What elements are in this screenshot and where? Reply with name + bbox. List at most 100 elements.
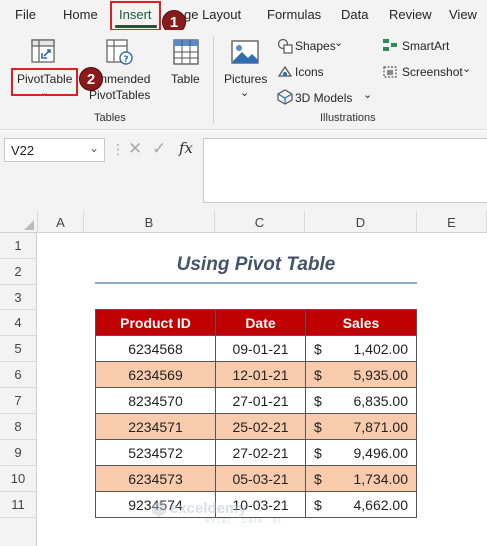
currency-symbol: $ <box>314 341 322 357</box>
pictures-dropdown-icon[interactable]: ⌄ <box>240 86 249 99</box>
icons-label[interactable]: Icons <box>295 65 324 79</box>
table-row: 8234570 27-01-21 $6,835.00 <box>95 387 417 414</box>
step-marker-2: 2 <box>79 67 103 91</box>
cell-product-id[interactable]: 6234569 <box>95 361 216 388</box>
row-header-1[interactable]: 1 <box>0 233 37 259</box>
row-header-7[interactable]: 7 <box>0 388 37 414</box>
formula-input[interactable] <box>203 138 487 203</box>
menu-review[interactable]: Review <box>389 7 432 22</box>
cell-sales[interactable]: $1,402.00 <box>305 335 417 362</box>
row-header-2[interactable]: 2 <box>0 259 37 285</box>
row-header-8[interactable]: 8 <box>0 414 37 440</box>
table-row: 6234569 12-01-21 $5,935.00 <box>95 361 417 388</box>
cell-date[interactable]: 09-01-21 <box>215 335 306 362</box>
currency-symbol: $ <box>314 419 322 435</box>
cell-date[interactable]: 27-01-21 <box>215 387 306 414</box>
cell-product-id[interactable]: 6234573 <box>95 465 216 492</box>
header-product-id[interactable]: Product ID <box>95 309 216 336</box>
cell-date[interactable]: 05-03-21 <box>215 465 306 492</box>
screenshot-label[interactable]: Screenshot <box>402 65 463 79</box>
row-header-11[interactable]: 11 <box>0 492 37 518</box>
shapes-dropdown-icon[interactable]: ⌄ <box>334 36 343 49</box>
name-box-dropdown-icon[interactable]: ⌄ <box>89 141 99 155</box>
row-header-10[interactable]: 10 <box>0 466 37 492</box>
cell-date[interactable]: 25-02-21 <box>215 413 306 440</box>
sales-amount: 6,835.00 <box>353 393 409 409</box>
smartart-label[interactable]: SmartArt <box>402 39 449 53</box>
table-label[interactable]: Table <box>171 72 200 86</box>
sheet-title: Using Pivot Table <box>176 254 336 275</box>
cell-sales[interactable]: $7,871.00 <box>305 413 417 440</box>
currency-symbol: $ <box>314 393 322 409</box>
column-header-c[interactable]: C <box>215 211 305 233</box>
3d-models-dropdown-icon[interactable]: ⌄ <box>363 88 372 101</box>
icons-icon[interactable] <box>277 64 293 80</box>
sales-amount: 1,734.00 <box>353 471 409 487</box>
cell-product-id[interactable]: 2234571 <box>95 413 216 440</box>
row-header-3[interactable]: 3 <box>0 285 37 310</box>
table-row: 6234573 05-03-21 $1,734.00 <box>95 465 417 492</box>
recommended-line2[interactable]: PivotTables <box>89 88 150 102</box>
column-header-a[interactable]: A <box>38 211 84 233</box>
enter-icon[interactable]: ✓ <box>152 139 166 159</box>
3d-models-label[interactable]: 3D Models <box>295 91 352 105</box>
column-header-d[interactable]: D <box>305 211 417 233</box>
sales-amount: 4,662.00 <box>353 497 409 513</box>
cell-sales[interactable]: $4,662.00 <box>305 491 417 518</box>
menu-home[interactable]: Home <box>63 7 98 22</box>
cell-product-id[interactable]: 8234570 <box>95 387 216 414</box>
3d-models-icon[interactable] <box>277 89 293 105</box>
name-box[interactable]: V22 ⌄ <box>4 138 105 162</box>
select-all-corner[interactable] <box>0 211 38 233</box>
row-header-12[interactable] <box>0 518 37 546</box>
cell-date[interactable]: 27-02-21 <box>215 439 306 466</box>
table-row: 2234571 25-02-21 $7,871.00 <box>95 413 417 440</box>
cell-sales[interactable]: $1,734.00 <box>305 465 417 492</box>
shapes-label[interactable]: Shapes <box>295 39 336 53</box>
row-header-5[interactable]: 5 <box>0 336 37 362</box>
shapes-icon[interactable] <box>277 38 293 54</box>
menu-file[interactable]: File <box>15 7 36 22</box>
table-header-row: Product ID Date Sales <box>95 309 417 336</box>
pictures-icon[interactable] <box>230 39 260 65</box>
table-row: 6234568 09-01-21 $1,402.00 <box>95 335 417 362</box>
cancel-icon[interactable]: ✕ <box>128 139 142 159</box>
menu-view[interactable]: View <box>449 7 477 22</box>
cell-sales[interactable]: $9,496.00 <box>305 439 417 466</box>
column-header-b[interactable]: B <box>84 211 215 233</box>
name-box-value: V22 <box>11 143 35 158</box>
menu-page-layout[interactable]: ge Layout <box>184 7 241 22</box>
table-row: 5234572 27-02-21 $9,496.00 <box>95 439 417 466</box>
insert-function-icon[interactable]: fx <box>179 139 193 157</box>
watermark-text: exceldemy <box>170 500 247 517</box>
header-sales[interactable]: Sales <box>305 309 417 336</box>
illustrations-group-label: Illustrations <box>320 112 376 124</box>
row-header-4[interactable]: 4 <box>0 310 37 336</box>
sales-amount: 9,496.00 <box>353 445 409 461</box>
cell-date[interactable]: 12-01-21 <box>215 361 306 388</box>
cell-sales[interactable]: $5,935.00 <box>305 361 417 388</box>
cell-product-id[interactable]: 5234572 <box>95 439 216 466</box>
header-date[interactable]: Date <box>215 309 306 336</box>
smartart-icon[interactable] <box>382 38 398 52</box>
cell-sales[interactable]: $6,835.00 <box>305 387 417 414</box>
recommended-line1[interactable]: mmended <box>97 72 150 86</box>
currency-symbol: $ <box>314 445 322 461</box>
watermark-tagline: EXCEL · DATA · BI <box>205 518 281 525</box>
menu-data[interactable]: Data <box>341 7 368 22</box>
svg-text:?: ? <box>123 55 128 65</box>
row-header-6[interactable]: 6 <box>0 362 37 388</box>
highlight-insert <box>110 1 161 31</box>
column-header-row: A B C D E <box>0 211 487 233</box>
sales-table: Product ID Date Sales 6234568 09-01-21 $… <box>95 309 417 518</box>
pivot-table-icon[interactable] <box>30 38 58 66</box>
screenshot-icon[interactable] <box>382 64 398 80</box>
cell-product-id[interactable]: 6234568 <box>95 335 216 362</box>
recommended-pivot-icon[interactable]: ? <box>104 38 134 68</box>
screenshot-dropdown-icon[interactable]: ⌄ <box>462 62 471 75</box>
row-header-9[interactable]: 9 <box>0 440 37 466</box>
column-header-e[interactable]: E <box>417 211 487 233</box>
pictures-label[interactable]: Pictures <box>224 72 267 86</box>
menu-formulas[interactable]: Formulas <box>267 7 321 22</box>
table-icon[interactable] <box>172 38 200 66</box>
